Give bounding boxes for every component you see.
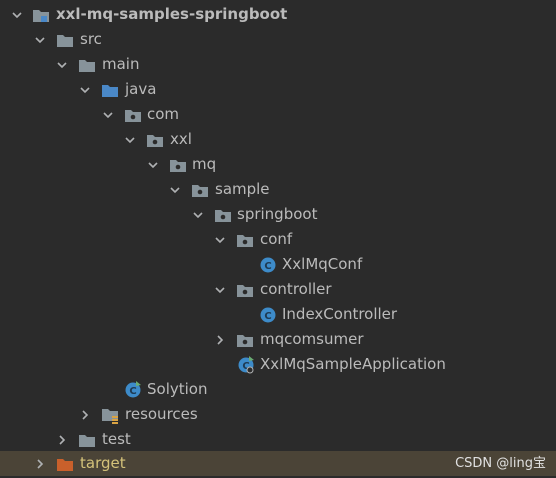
tree-item-mq[interactable]: mq (0, 152, 556, 177)
chevron-down-icon[interactable] (213, 283, 227, 297)
tree-item-main[interactable]: main (0, 52, 556, 77)
tree-item-label: IndexController (282, 305, 398, 323)
package-icon (169, 156, 187, 174)
svg-text:C: C (264, 311, 271, 322)
folder-icon (78, 56, 96, 74)
tree-item-label: com (147, 105, 180, 123)
chevron-right-icon[interactable] (55, 433, 69, 447)
chevron-down-icon[interactable] (55, 58, 69, 72)
resources-folder-icon (101, 406, 119, 424)
svg-text:C: C (129, 386, 136, 397)
tree-item-springboot[interactable]: springboot (0, 202, 556, 227)
chevron-down-icon[interactable] (101, 108, 115, 122)
tree-item-label: test (102, 430, 131, 448)
tree-item-label: java (125, 80, 157, 98)
tree-item-controller[interactable]: controller (0, 277, 556, 302)
tree-item-java[interactable]: java (0, 77, 556, 102)
package-icon (124, 106, 142, 124)
tree-item-label: mq (192, 155, 217, 173)
chevron-down-icon[interactable] (78, 83, 92, 97)
class-icon: C (259, 306, 277, 324)
class-icon: C (259, 256, 277, 274)
tree-item-label: XxlMqSampleApplication (260, 355, 446, 373)
chevron-down-icon[interactable] (146, 158, 160, 172)
chevron-right-icon[interactable] (78, 408, 92, 422)
package-icon (146, 131, 164, 149)
tree-item-solytion[interactable]: C Solytion (0, 377, 556, 402)
tree-item-sample[interactable]: sample (0, 177, 556, 202)
tree-item-label: controller (260, 280, 332, 298)
tree-item-label: xxl-mq-samples-springboot (56, 5, 288, 23)
tree-item-xxl[interactable]: xxl (0, 127, 556, 152)
excluded-folder-icon (56, 455, 74, 473)
tree-item-test[interactable]: test (0, 427, 556, 452)
chevron-down-icon[interactable] (191, 208, 205, 222)
chevron-down-icon[interactable] (33, 33, 47, 47)
tree-item-label: sample (215, 180, 270, 198)
tree-item-label: resources (125, 405, 198, 423)
package-icon (214, 206, 232, 224)
tree-item-xxlmqsampleapplication[interactable]: C XxlMqSampleApplication (0, 352, 556, 377)
tree-item-label: Solytion (147, 380, 208, 398)
tree-item-label: main (102, 55, 140, 73)
folder-icon (78, 431, 96, 449)
tree-item-indexcontroller[interactable]: C IndexController (0, 302, 556, 327)
chevron-right-icon[interactable] (33, 457, 47, 471)
spring-boot-class-icon: C (237, 355, 255, 374)
module-folder-icon (32, 6, 50, 24)
chevron-down-icon[interactable] (10, 8, 24, 22)
tree-item-mqcomsumer[interactable]: mqcomsumer (0, 327, 556, 352)
chevron-down-icon[interactable] (213, 233, 227, 247)
tree-item-src[interactable]: src (0, 27, 556, 52)
tree-item-label: conf (260, 230, 293, 248)
tree-item-resources[interactable]: resources (0, 402, 556, 427)
package-icon (236, 281, 254, 299)
tree-item-label: mqcomsumer (260, 330, 364, 348)
tree-item-label: src (80, 30, 102, 48)
class-icon: C (124, 380, 142, 399)
source-folder-icon (101, 81, 119, 99)
package-icon (191, 181, 209, 199)
folder-icon (56, 31, 74, 49)
tree-item-xxl-mq-samples-springboot[interactable]: xxl-mq-samples-springboot (0, 2, 556, 27)
tree-item-conf[interactable]: conf (0, 227, 556, 252)
tree-item-com[interactable]: com (0, 102, 556, 127)
tree-item-xxlmqconf[interactable]: C XxlMqConf (0, 252, 556, 277)
package-icon (236, 231, 254, 249)
tree-item-label: springboot (237, 205, 318, 223)
watermark-text: CSDN @ling宝 (455, 456, 546, 471)
tree-item-label: XxlMqConf (282, 255, 363, 273)
project-tree: xxl-mq-samples-springboot src main java (0, 0, 556, 478)
svg-text:C: C (264, 261, 271, 272)
chevron-right-icon[interactable] (213, 333, 227, 347)
chevron-down-icon[interactable] (123, 133, 137, 147)
tree-item-label: xxl (170, 130, 192, 148)
package-icon (236, 331, 254, 349)
tree-item-label: target (80, 454, 126, 472)
chevron-down-icon[interactable] (168, 183, 182, 197)
